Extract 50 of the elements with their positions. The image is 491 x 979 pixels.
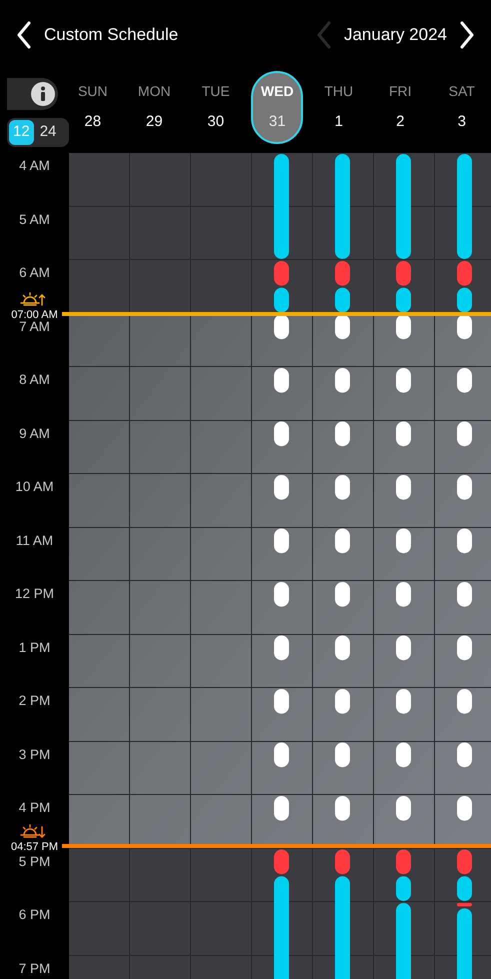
date-label: 31 [268, 112, 286, 132]
weekday-label: SAT [448, 82, 475, 102]
sun-time-label: 07:00 AM [10, 308, 59, 322]
hour-label: 6 AM [18, 264, 51, 282]
date-label: 2 [396, 112, 404, 132]
info-icon [31, 82, 55, 106]
date-label: 28 [84, 112, 102, 132]
hour-label: 7 AM [18, 318, 51, 336]
date-label: 29 [146, 112, 163, 132]
hour-label: 2 PM [18, 692, 52, 710]
date-label: 1 [334, 112, 343, 132]
next-month-button[interactable] [459, 21, 475, 49]
day-tab[interactable]: SAT 3 [436, 71, 488, 144]
month-title: January 2024 [344, 24, 447, 46]
weekday-label: SUN [78, 82, 108, 102]
weekday-label: TUE [202, 82, 230, 102]
day-tab[interactable]: MON 29 [128, 71, 180, 144]
day-tab[interactable]: FRI 2 [374, 71, 426, 144]
hour-label: 3 PM [18, 746, 52, 764]
day-tab[interactable]: WED 31 [251, 71, 304, 144]
weekday-label: MON [138, 82, 171, 102]
clock-format-option[interactable]: 24 [36, 120, 60, 145]
back-chevron-icon [16, 21, 32, 49]
hour-label: 1 PM [18, 638, 52, 656]
day-tab[interactable]: TUE 30 [190, 71, 242, 144]
hour-label: 12 PM [14, 585, 56, 603]
info-button[interactable] [7, 78, 58, 110]
back-button[interactable]: Custom Schedule [16, 21, 178, 49]
hour-label: 8 AM [18, 371, 51, 389]
hour-label: 5 AM [18, 210, 51, 228]
hour-label: 6 PM [18, 906, 52, 924]
sun-time-label: 04:57 PM [10, 840, 60, 855]
hour-label: 9 AM [18, 424, 51, 442]
chevron-right-icon [459, 21, 475, 49]
weekday-label: WED [260, 82, 294, 102]
date-label: 3 [458, 112, 466, 132]
weekday-label: THU [324, 82, 354, 102]
weekday-label: FRI [388, 82, 412, 102]
sunset-icon [20, 824, 46, 838]
hour-label: 7 PM [18, 960, 52, 978]
hour-label: 10 AM [14, 478, 55, 496]
hour-label: 5 PM [18, 852, 52, 870]
hour-label: 4 PM [18, 799, 52, 817]
date-label: 30 [207, 112, 224, 132]
hour-label: 4 AM [18, 157, 51, 175]
hour-label: 11 AM [14, 532, 54, 550]
day-tab[interactable]: SUN 28 [66, 71, 119, 144]
chevron-left-icon [316, 21, 332, 49]
sunrise-icon [20, 292, 46, 306]
day-tab[interactable]: THU 1 [312, 71, 365, 144]
